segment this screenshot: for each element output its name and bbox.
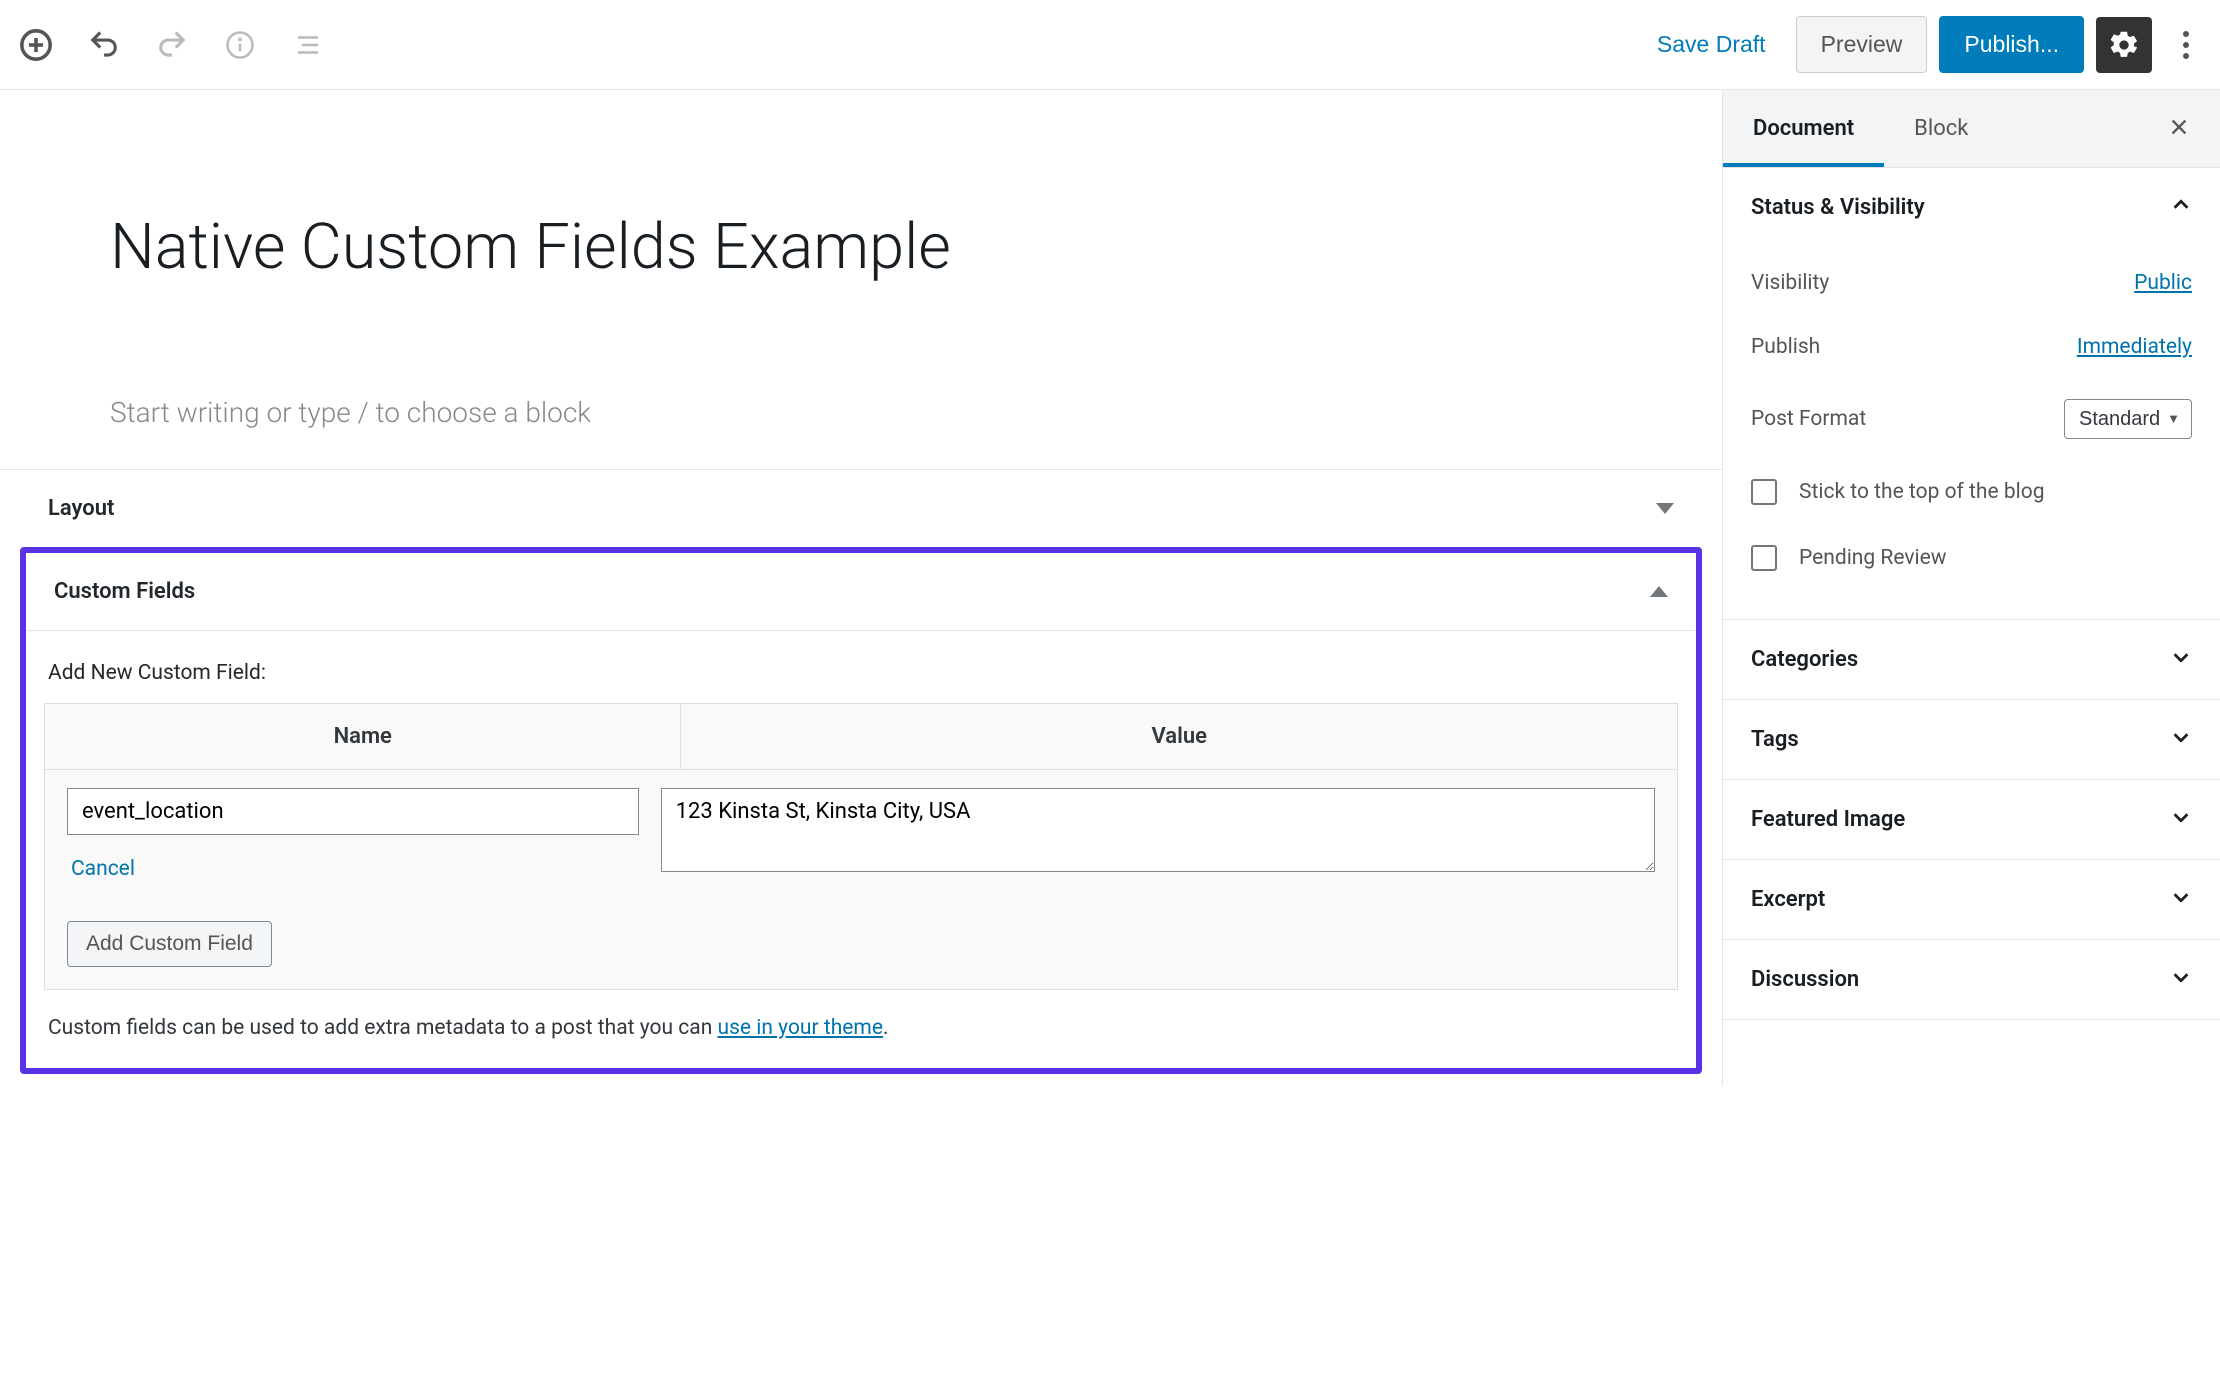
field-value-input[interactable]: 123 <span></span> [661, 788, 1655, 872]
add-new-field-label: Add New Custom Field: [44, 661, 1678, 685]
add-custom-field-button[interactable]: Add Custom Field [67, 921, 272, 967]
visibility-row: Visibility Public [1751, 251, 2192, 315]
gear-icon [2108, 29, 2140, 61]
chevron-down-icon [2170, 646, 2192, 673]
discussion-title: Discussion [1751, 967, 1859, 992]
chevron-up-icon [2170, 194, 2192, 221]
sticky-row: Stick to the top of the blog [1751, 459, 2192, 525]
status-visibility-title: Status & Visibility [1751, 195, 1925, 220]
tab-document[interactable]: Document [1723, 90, 1884, 167]
tags-panel: Tags [1723, 700, 2220, 780]
chevron-down-icon [2170, 806, 2192, 833]
table-footer: Add Custom Field [45, 903, 1677, 989]
triangle-down-icon [1656, 503, 1674, 514]
post-format-row: Post Format Standard [1751, 379, 2192, 459]
close-icon [2168, 116, 2190, 138]
add-block-button[interactable] [12, 21, 60, 69]
help-prefix: Custom fields can be used to add extra m… [48, 1016, 718, 1040]
settings-toggle-button[interactable] [2096, 17, 2152, 73]
discussion-panel: Discussion [1723, 940, 2220, 1020]
col-header-name: Name [45, 704, 681, 769]
table-header-row: Name Value [45, 704, 1677, 770]
publish-value[interactable]: Immediately [2077, 335, 2192, 359]
layout-metabox-title: Layout [48, 496, 114, 521]
redo-button[interactable] [148, 21, 196, 69]
save-draft-button[interactable]: Save Draft [1639, 19, 1784, 70]
pending-checkbox[interactable] [1751, 545, 1777, 571]
undo-icon [89, 30, 119, 60]
preview-button[interactable]: Preview [1796, 16, 1928, 73]
visibility-value[interactable]: Public [2134, 271, 2192, 295]
sidebar-tabs: Document Block [1723, 90, 2220, 168]
excerpt-title: Excerpt [1751, 887, 1825, 912]
toolbar-right-group: Save Draft Preview Publish... [1639, 16, 2208, 73]
categories-header[interactable]: Categories [1723, 620, 2220, 699]
help-text: Custom fields can be used to add extra m… [44, 990, 1678, 1050]
featured-image-header[interactable]: Featured Image [1723, 780, 2220, 859]
help-link[interactable]: use in your theme [718, 1016, 883, 1040]
outline-button[interactable] [284, 21, 332, 69]
undo-button[interactable] [80, 21, 128, 69]
custom-fields-header[interactable]: Custom Fields [26, 553, 1696, 630]
categories-panel: Categories [1723, 620, 2220, 700]
name-column: Cancel [67, 788, 639, 881]
main-layout: Native Custom Fields Example Start writi… [0, 90, 2220, 1086]
chevron-down-icon [2170, 726, 2192, 753]
excerpt-header[interactable]: Excerpt [1723, 860, 2220, 939]
sticky-label: Stick to the top of the blog [1799, 480, 2045, 504]
redo-icon [157, 30, 187, 60]
categories-title: Categories [1751, 647, 1858, 672]
custom-fields-body: Add New Custom Field: Name Value Cancel [26, 630, 1696, 1068]
close-sidebar-button[interactable] [2138, 113, 2220, 145]
tags-header[interactable]: Tags [1723, 700, 2220, 779]
layout-metabox: Layout [20, 470, 1702, 547]
col-header-value: Value [681, 704, 1677, 769]
layout-metabox-header[interactable]: Layout [20, 470, 1702, 547]
outline-icon [293, 30, 323, 60]
value-column: 123 <span></span> [661, 788, 1655, 877]
pending-row: Pending Review [1751, 525, 2192, 591]
post-title[interactable]: Native Custom Fields Example [110, 210, 1612, 286]
pending-label: Pending Review [1799, 546, 1947, 570]
help-suffix: . [883, 1016, 889, 1040]
tags-title: Tags [1751, 727, 1799, 752]
discussion-header[interactable]: Discussion [1723, 940, 2220, 1019]
info-icon [225, 30, 255, 60]
triangle-up-icon [1650, 586, 1668, 597]
post-format-select-wrap: Standard [2064, 399, 2192, 439]
chevron-down-icon [2170, 886, 2192, 913]
cancel-link[interactable]: Cancel [67, 835, 639, 881]
field-name-input[interactable] [67, 788, 639, 835]
featured-image-title: Featured Image [1751, 807, 1905, 832]
editor-column: Native Custom Fields Example Start writi… [0, 90, 1722, 1086]
visibility-label: Visibility [1751, 271, 1829, 295]
publish-label: Publish [1751, 335, 1820, 359]
chevron-down-icon [2170, 966, 2192, 993]
publish-row: Publish Immediately [1751, 315, 2192, 379]
custom-fields-table: Name Value Cancel 123 <span></span> [44, 703, 1678, 990]
custom-fields-metabox: Custom Fields Add New Custom Field: Name… [20, 547, 1702, 1074]
status-visibility-body: Visibility Public Publish Immediately Po… [1723, 247, 2220, 619]
settings-sidebar: Document Block Status & Visibility Visib… [1722, 90, 2220, 1086]
info-button[interactable] [216, 21, 264, 69]
custom-fields-title: Custom Fields [54, 579, 195, 604]
post-format-select[interactable]: Standard [2064, 399, 2192, 439]
post-format-label: Post Format [1751, 407, 1866, 431]
metaboxes-area: Layout Custom Fields Add New Custom Fiel… [0, 469, 1722, 1086]
block-placeholder[interactable]: Start writing or type / to choose a bloc… [110, 396, 1612, 429]
top-toolbar: Save Draft Preview Publish... [0, 0, 2220, 90]
editor-content: Native Custom Fields Example Start writi… [0, 90, 1722, 469]
status-visibility-panel: Status & Visibility Visibility Public Pu… [1723, 168, 2220, 620]
table-input-row: Cancel 123 <span></span> [45, 770, 1677, 903]
toolbar-left-group [12, 21, 332, 69]
tab-block[interactable]: Block [1884, 90, 1998, 167]
plus-circle-icon [19, 28, 53, 62]
excerpt-panel: Excerpt [1723, 860, 2220, 940]
more-menu-button[interactable] [2164, 17, 2208, 73]
status-visibility-header[interactable]: Status & Visibility [1723, 168, 2220, 247]
featured-image-panel: Featured Image [1723, 780, 2220, 860]
publish-button[interactable]: Publish... [1939, 16, 2084, 73]
sticky-checkbox[interactable] [1751, 479, 1777, 505]
